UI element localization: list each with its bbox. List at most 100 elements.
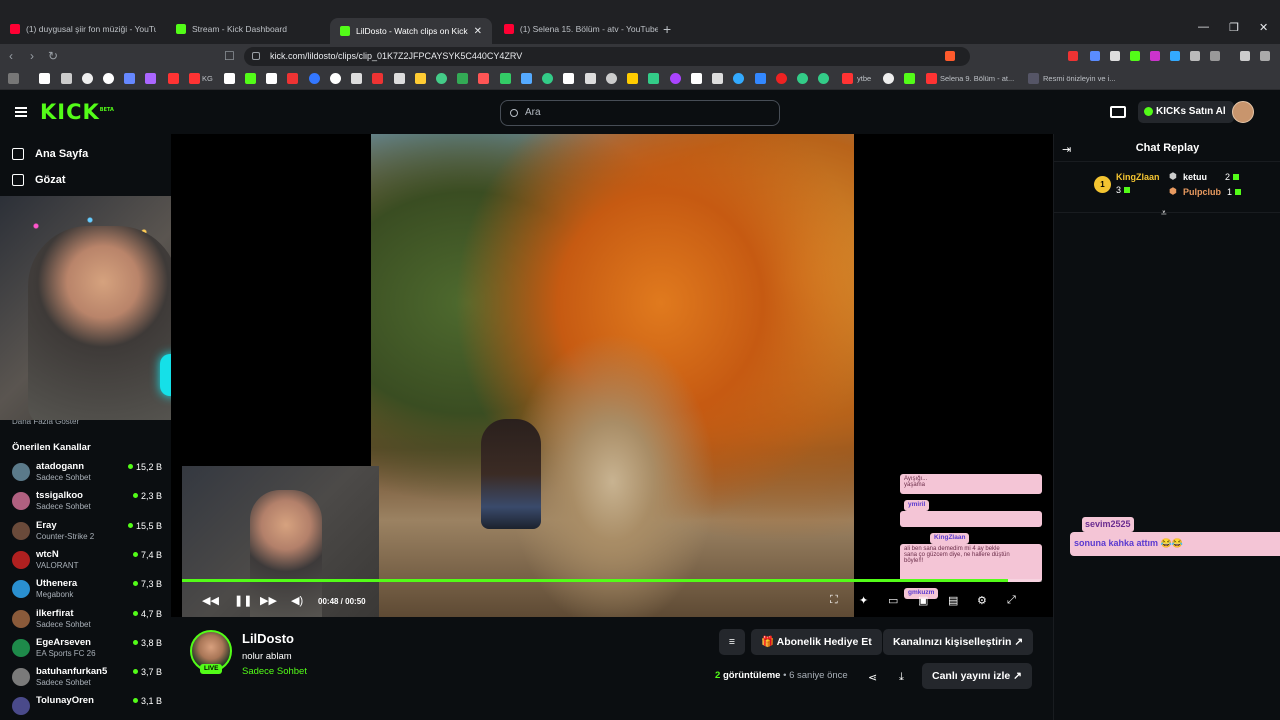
buy-kicks-button[interactable]: KICKs Satın Al bbox=[1138, 101, 1234, 123]
search-input[interactable]: Ara bbox=[500, 100, 780, 126]
bookmark-icon[interactable] bbox=[670, 73, 681, 84]
fullscreen-icon[interactable]: ⤢ bbox=[1007, 594, 1016, 607]
extensions-puzzle-icon[interactable] bbox=[1190, 51, 1200, 61]
bookmark-icon[interactable] bbox=[648, 73, 659, 84]
maps-icon[interactable] bbox=[457, 73, 468, 84]
extension-icon[interactable] bbox=[1150, 51, 1160, 61]
download-icon[interactable]: ⤓ bbox=[899, 671, 904, 684]
brave-shield-icon[interactable] bbox=[945, 51, 955, 61]
site-info-icon[interactable] bbox=[252, 52, 260, 60]
leaderboard-user[interactable]: ketuu bbox=[1183, 172, 1207, 182]
bookmark-icon[interactable] bbox=[883, 73, 894, 84]
bookmark-icon[interactable] bbox=[712, 73, 723, 84]
bookmark-icon[interactable] bbox=[691, 73, 702, 84]
bookmark-label[interactable]: ytbe bbox=[857, 74, 871, 83]
volume-icon[interactable]: ◀) bbox=[291, 594, 303, 607]
rewind-icon[interactable]: ◀◀ bbox=[202, 594, 219, 607]
expand-leaderboard-icon[interactable]: ⩡ bbox=[1161, 208, 1167, 219]
channel-item[interactable]: tssigalkoo Sadece Sohbet 2,3 B bbox=[12, 488, 162, 516]
more-options-button[interactable]: ≡ bbox=[719, 629, 745, 655]
bookmark-icon[interactable] bbox=[627, 73, 638, 84]
captions-icon[interactable]: ▤ bbox=[948, 594, 958, 607]
extension-icon[interactable] bbox=[1110, 51, 1120, 61]
new-tab-icon[interactable]: + bbox=[663, 21, 671, 37]
tab-lildosto-clips[interactable]: LilDosto - Watch clips on Kick ✕ bbox=[330, 18, 492, 44]
bookmark-icon[interactable] bbox=[287, 73, 298, 84]
tab-youtube-1[interactable]: (1) duygusal şiir fon müziği - YouTub bbox=[0, 18, 164, 40]
minimize-icon[interactable]: — bbox=[1198, 21, 1209, 33]
customize-channel-button[interactable]: Kanalınızı kişiselleştirin ↗ bbox=[883, 629, 1034, 655]
bookmark-icon[interactable] bbox=[563, 73, 574, 84]
bookmark-icon[interactable] bbox=[394, 73, 405, 84]
channel-name[interactable]: LilDosto bbox=[242, 631, 294, 646]
bookmark-icon[interactable] bbox=[1028, 73, 1039, 84]
video-player[interactable]: Ayışığı... yaşama ymiril KingZlaan ali b… bbox=[171, 134, 1053, 617]
avatar[interactable] bbox=[1232, 101, 1254, 123]
url-bar[interactable]: kick.com/lildosto/clips/clip_01K7Z2JFPCA… bbox=[244, 47, 970, 66]
apps-icon[interactable] bbox=[8, 73, 19, 84]
kick-logo[interactable]: KICKBETA bbox=[40, 100, 114, 124]
bookmark-label[interactable]: KG bbox=[202, 74, 213, 83]
creator-dashboard-icon[interactable] bbox=[1110, 106, 1126, 118]
youtube-icon[interactable] bbox=[168, 73, 179, 84]
bookmark-icon[interactable] bbox=[606, 73, 617, 84]
bookmark-label[interactable]: Selena 9. Bölüm - at... bbox=[940, 74, 1014, 83]
kick-icon[interactable] bbox=[904, 73, 915, 84]
bookmark-icon[interactable] bbox=[755, 73, 766, 84]
channel-item[interactable]: Uthenera Megabonk 7,3 B bbox=[12, 576, 162, 604]
stream-category[interactable]: Sadece Sohbet bbox=[242, 666, 307, 677]
settings-icon[interactable]: ⚙ bbox=[977, 594, 987, 607]
bookmark-icon[interactable] bbox=[330, 73, 341, 84]
kick-icon[interactable] bbox=[245, 73, 256, 84]
back-icon[interactable]: ‹ bbox=[9, 49, 13, 63]
channel-item[interactable]: batuhanfurkan5 Sadece Sohbet 3,7 B bbox=[12, 664, 162, 692]
bookmark-icon[interactable] bbox=[733, 73, 744, 84]
leaderboard-user[interactable]: KingZlaan bbox=[1116, 172, 1160, 182]
bookmark-icon[interactable] bbox=[415, 73, 426, 84]
extension-icon[interactable] bbox=[1170, 51, 1180, 61]
theater-icon[interactable]: ▭ bbox=[888, 594, 898, 607]
bookmark-icon[interactable]: ☐ bbox=[224, 49, 235, 63]
bookmark-icon[interactable] bbox=[776, 73, 787, 84]
menu-icon[interactable] bbox=[1260, 51, 1270, 61]
media-icon[interactable] bbox=[1240, 51, 1250, 61]
forward-icon[interactable]: ▶▶ bbox=[260, 594, 277, 607]
pip-icon[interactable]: ▣ bbox=[918, 594, 928, 607]
bookmark-icon[interactable] bbox=[797, 73, 808, 84]
bookmark-icon[interactable] bbox=[103, 73, 114, 84]
youtube-icon[interactable] bbox=[926, 73, 937, 84]
watch-live-button[interactable]: Canlı yayını izle ↗ bbox=[922, 663, 1032, 689]
gift-sub-button[interactable]: 🎁 Abonelik Hediye Et bbox=[751, 629, 882, 655]
sidebar-item-home[interactable]: Ana Sayfa bbox=[12, 148, 88, 160]
close-window-icon[interactable]: ✕ bbox=[1259, 21, 1268, 34]
bookmark-icon[interactable] bbox=[145, 73, 156, 84]
youtube-icon[interactable] bbox=[189, 73, 200, 84]
share-icon[interactable]: ⋖ bbox=[868, 671, 877, 684]
channel-item[interactable]: EgeArseven EA Sports FC 26 3,8 B bbox=[12, 635, 162, 663]
bookmark-icon[interactable] bbox=[224, 73, 235, 84]
extension-icon[interactable] bbox=[1090, 51, 1100, 61]
extension-icon[interactable] bbox=[1068, 51, 1078, 61]
bookmark-icon[interactable] bbox=[436, 73, 447, 84]
channel-item[interactable]: TolunayOren 3,1 B bbox=[12, 693, 162, 720]
maximize-icon[interactable]: ❐ bbox=[1229, 21, 1239, 34]
leaderboard-user[interactable]: Pulpclub bbox=[1183, 187, 1221, 197]
bookmark-icon[interactable] bbox=[309, 73, 320, 84]
pause-icon[interactable]: ❚❚ bbox=[234, 594, 252, 607]
bookmark-icon[interactable] bbox=[585, 73, 596, 84]
tab-kick-dashboard[interactable]: Stream - Kick Dashboard bbox=[166, 18, 328, 40]
tab-youtube-selena[interactable]: (1) Selena 15. Bölüm - atv - YouTube bbox=[494, 18, 658, 40]
bookmark-icon[interactable] bbox=[521, 73, 532, 84]
bookmark-icon[interactable] bbox=[61, 73, 72, 84]
bookmark-icon[interactable] bbox=[82, 73, 93, 84]
bookmark-icon[interactable] bbox=[372, 73, 383, 84]
bookmark-icon[interactable] bbox=[351, 73, 362, 84]
menu-icon[interactable] bbox=[15, 107, 27, 117]
sparkle-icon[interactable]: ✦ bbox=[859, 594, 868, 607]
bookmark-icon[interactable] bbox=[818, 73, 829, 84]
bookmark-label[interactable]: Resmi önizleyin ve i... bbox=[1043, 74, 1116, 83]
sidebar-toggle-icon[interactable] bbox=[1210, 51, 1220, 61]
progress-bar[interactable] bbox=[182, 579, 1042, 582]
bookmark-icon[interactable] bbox=[542, 73, 553, 84]
forward-icon[interactable]: › bbox=[30, 49, 34, 63]
